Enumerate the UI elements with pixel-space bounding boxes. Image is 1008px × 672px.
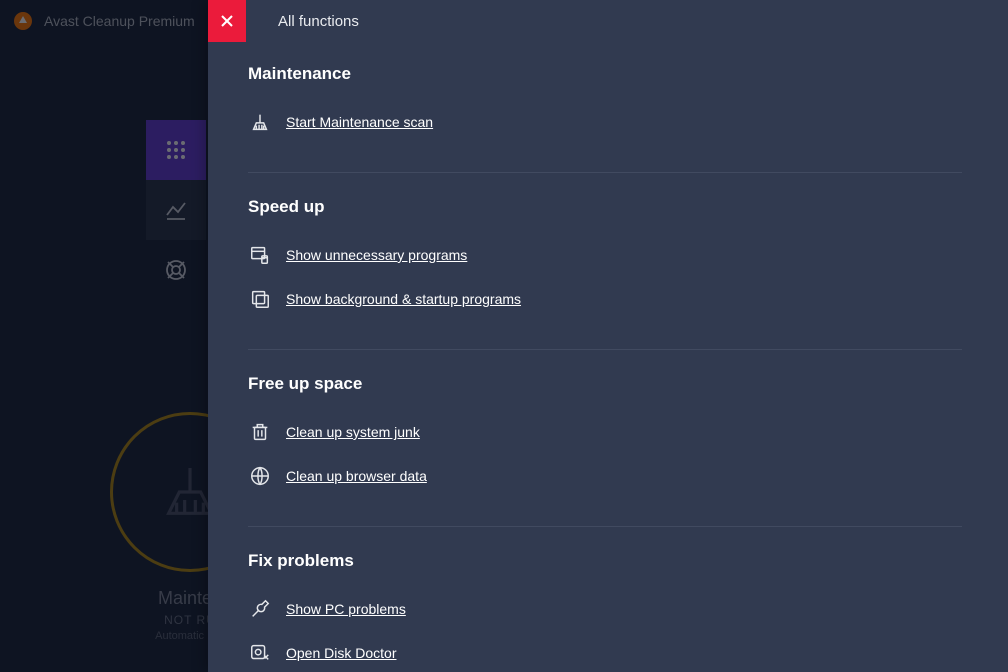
link-pc-problems[interactable]: Show PC problems [286,601,406,617]
chart-line-icon [165,199,187,221]
func-start-maintenance[interactable]: Start Maintenance scan [248,102,962,142]
func-browser-data[interactable]: Clean up browser data [248,456,962,496]
grid-icon [165,139,187,161]
sidebar [146,120,206,300]
section-heading-free-space: Free up space [248,374,962,394]
func-disk-doctor[interactable]: Open Disk Doctor [248,633,962,672]
section-heading-speedup: Speed up [248,197,962,217]
lifebuoy-icon [165,259,187,281]
section-fix: Fix problems Show PC problems Open Disk … [248,551,962,672]
all-functions-panel: All functions Maintenance Start Maintena… [208,0,1008,672]
app-window: Avast Cleanup Premium [0,0,1008,672]
panel-header: All functions [208,0,1008,42]
divider [248,172,962,173]
wrench-icon [248,597,272,621]
section-heading-fix: Fix problems [248,551,962,571]
disk-doctor-icon [248,641,272,665]
close-button[interactable] [208,0,246,42]
func-unnecessary-programs[interactable]: Show unnecessary programs [248,235,962,275]
sidebar-item-help[interactable] [146,240,206,300]
globe-icon [248,464,272,488]
func-system-junk[interactable]: Clean up system junk [248,412,962,452]
panel-title: All functions [278,13,359,30]
section-heading-maintenance: Maintenance [248,64,962,84]
sidebar-item-grid[interactable] [146,120,206,180]
app-title: Avast Cleanup Premium [44,13,195,29]
trash-icon [248,420,272,444]
divider [248,526,962,527]
link-start-maintenance[interactable]: Start Maintenance scan [286,114,433,130]
section-speedup: Speed up Show unnecessary programs Show … [248,197,962,319]
link-background-programs[interactable]: Show background & startup programs [286,291,521,307]
link-unnecessary-programs[interactable]: Show unnecessary programs [286,247,467,263]
func-pc-problems[interactable]: Show PC problems [248,589,962,629]
link-browser-data[interactable]: Clean up browser data [286,468,427,484]
link-system-junk[interactable]: Clean up system junk [286,424,420,440]
broom-icon [248,110,272,134]
close-icon [220,14,234,28]
sidebar-item-stats[interactable] [146,180,206,240]
avast-logo-icon [12,10,34,32]
stacked-windows-icon [248,287,272,311]
section-free-space: Free up space Clean up system junk Clean… [248,374,962,496]
panel-body: Maintenance Start Maintenance scan Speed… [208,42,1008,672]
func-background-programs[interactable]: Show background & startup programs [248,279,962,319]
window-trash-icon [248,243,272,267]
section-maintenance: Maintenance Start Maintenance scan [248,64,962,142]
link-disk-doctor[interactable]: Open Disk Doctor [286,645,396,661]
divider [248,349,962,350]
